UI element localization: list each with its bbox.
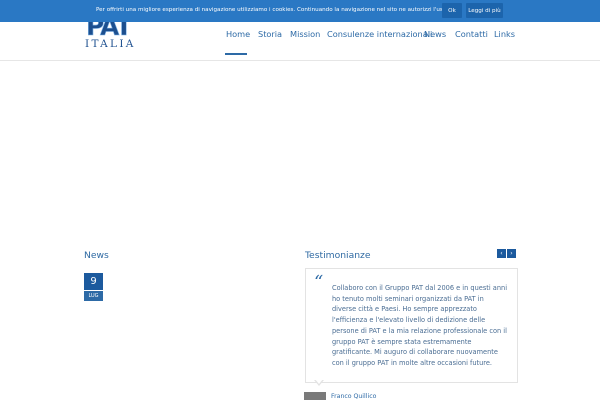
testimonials-section-title: Testimonianze <box>305 250 371 261</box>
testimonial-author[interactable]: Franco Quillico <box>331 393 376 400</box>
cookie-ok-button[interactable]: Ok <box>442 3 462 18</box>
nav-item-storia[interactable]: Storia <box>258 29 282 39</box>
nav-item-consulenze-internazionali[interactable]: Consulenze internazionali <box>327 29 432 39</box>
chevron-left-icon[interactable]: ‹ <box>497 249 506 258</box>
nav-item-contatti[interactable]: Contatti <box>455 29 488 39</box>
nav-item-mission[interactable]: Mission <box>290 29 320 39</box>
nav-item-links[interactable]: Links <box>494 29 515 39</box>
chevron-right-icon[interactable]: › <box>507 249 516 258</box>
nav-item-news[interactable]: News <box>424 29 446 39</box>
cookie-banner: Per offrirti una migliore esperienza di … <box>0 0 600 22</box>
hero-slider <box>0 61 600 231</box>
testimonial-text: Collaboro con il Gruppo PAT dal 2006 e i… <box>332 284 508 367</box>
news-section-title: News <box>84 250 109 261</box>
author-avatar <box>304 392 326 400</box>
logo-text: ITALIA <box>85 38 136 50</box>
news-month: LUG <box>84 291 103 301</box>
bubble-tail-inner <box>315 379 323 384</box>
nav-item-home[interactable]: Home <box>226 29 250 39</box>
quote-icon: “ <box>314 272 324 293</box>
news-date-badge[interactable]: 9 LUG <box>84 273 103 301</box>
news-day: 9 <box>84 273 103 290</box>
nav-active-indicator <box>225 53 247 55</box>
cookie-read-more-button[interactable]: Leggi di più <box>466 3 503 18</box>
cookie-message: Per offrirti una migliore esperienza di … <box>96 7 448 13</box>
